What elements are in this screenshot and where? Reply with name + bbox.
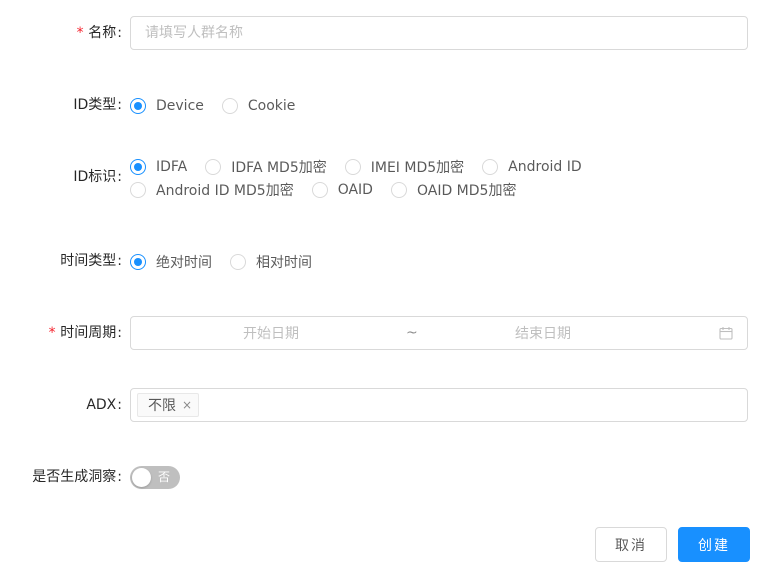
id-mark-label: ID标识: [73,169,122,185]
radio-unchecked-icon [344,158,361,175]
adx-row: ADX: 不限 × [0,388,777,422]
radio-unchecked-icon [205,158,222,175]
name-input[interactable] [143,24,735,42]
required-mark: * [47,325,57,341]
id-mark-line-1: IDFA IDFA MD5加密 IMEI MD5加密 Android ID [130,155,750,178]
radio-imei-md5[interactable]: IMEI MD5加密 [344,155,464,178]
radio-idfa[interactable]: IDFA [130,155,187,178]
calendar-icon [719,327,733,340]
radio-checked-icon [130,253,146,270]
end-date-input[interactable]: 结束日期 [515,323,571,343]
radio-device[interactable]: Device [130,94,204,117]
adx-tag: 不限 × [137,393,200,417]
date-range-picker[interactable]: 开始日期 ~ 结束日期 [130,316,748,350]
radio-checked-icon [130,158,146,175]
id-type-label: ID类型: [73,97,122,113]
radio-relative-time[interactable]: 相对时间 [230,250,312,273]
radio-unchecked-icon [390,181,407,198]
tag-close-icon[interactable]: × [182,398,192,412]
radio-oaid-md5[interactable]: OAID MD5加密 [390,178,516,201]
id-type-radio-group: Device Cookie [130,94,730,117]
insight-control: 否 [130,466,180,489]
insight-switch[interactable]: 否 [130,466,180,489]
time-period-row: * 时间周期: 开始日期 ~ 结束日期 [0,316,777,350]
insight-label: 是否生成洞察: [32,469,122,485]
radio-android-id-md5[interactable]: Android ID MD5加密 [130,178,294,201]
id-mark-line-2: Android ID MD5加密 OAID OAID MD5加密 [130,178,750,201]
radio-oaid[interactable]: OAID [311,178,373,201]
switch-knob [132,468,151,487]
radio-cookie[interactable]: Cookie [221,94,295,117]
radio-unchecked-icon [230,253,246,270]
time-type-radio-group: 绝对时间 相对时间 [130,250,730,273]
start-date-input[interactable]: 开始日期 [243,323,299,343]
audience-form: *名称: ID类型: Device Cookie ID标识: [0,0,777,584]
radio-android-id[interactable]: Android ID [482,155,582,178]
radio-absolute-time[interactable]: 绝对时间 [130,250,212,273]
radio-idfa-md5[interactable]: IDFA MD5加密 [205,155,327,178]
id-mark-row: ID标识: IDFA IDFA MD5加密 IMEI MD5加密 Android… [0,155,777,201]
switch-text: 否 [158,470,171,484]
range-separator: ~ [406,325,418,341]
adx-label: ADX: [86,397,122,413]
create-button[interactable]: 创建 [678,527,750,562]
time-type-row: 时间类型: 绝对时间 相对时间 [0,250,777,273]
radio-unchecked-icon [311,181,328,198]
id-mark-radio-group: IDFA IDFA MD5加密 IMEI MD5加密 Android ID An… [130,155,750,201]
cancel-button[interactable]: 取消 [595,527,667,562]
insight-row: 是否生成洞察: 否 [0,466,777,489]
name-input-wrapper [130,16,748,50]
name-label: * 名称: [75,25,122,41]
radio-unchecked-icon [221,97,238,114]
radio-unchecked-icon [130,181,146,198]
radio-checked-icon [130,97,146,114]
id-type-row: ID类型: Device Cookie [0,94,777,117]
time-period-label: * 时间周期: [47,325,122,341]
name-row: * 名称: [0,16,777,50]
required-mark: * [75,25,85,41]
time-type-label: 时间类型: [60,253,122,269]
adx-select[interactable]: 不限 × [130,388,748,422]
radio-unchecked-icon [482,158,499,175]
